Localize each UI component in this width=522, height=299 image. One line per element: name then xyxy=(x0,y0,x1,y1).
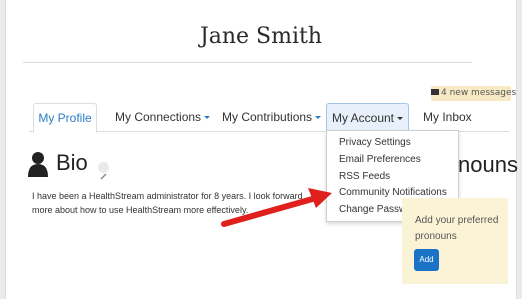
tab-label: My Account xyxy=(331,111,395,125)
header-divider xyxy=(23,62,472,63)
caret-down-icon xyxy=(315,116,322,119)
caret-down-icon xyxy=(204,116,211,119)
messages-label: 4 new messages xyxy=(441,88,517,98)
annotation-arrow-icon xyxy=(221,188,332,227)
tab-label: My Profile xyxy=(38,111,92,125)
tab-label: My Connections xyxy=(115,110,202,124)
tab-my-contributions[interactable]: My Contributions xyxy=(222,103,322,131)
menu-item-community-notifications[interactable]: Community Notifications xyxy=(339,187,447,198)
messages-badge[interactable]: 4 new messages xyxy=(431,86,516,101)
pencil-icon[interactable] xyxy=(98,162,109,180)
edit-pencil-glyph xyxy=(100,173,107,180)
tab-my-connections[interactable]: My Connections xyxy=(115,103,211,131)
profile-name: Jane Smith xyxy=(199,24,323,49)
menu-item-privacy-settings[interactable]: Privacy Settings xyxy=(339,137,411,148)
bio-title: Bio xyxy=(56,150,88,175)
add-pronouns-button[interactable]: Add xyxy=(414,249,439,271)
pronouns-notice: Add your preferred pronouns Add xyxy=(402,198,508,284)
tab-my-account[interactable]: My Account xyxy=(326,103,409,133)
person-icon xyxy=(28,152,48,177)
tab-label: My Inbox xyxy=(423,110,472,124)
tab-label: My Contributions xyxy=(222,110,313,124)
tab-my-inbox[interactable]: My Inbox xyxy=(423,103,472,131)
menu-item-rss-feeds[interactable]: RSS Feeds xyxy=(339,171,390,182)
profile-tabs: My Profile My Connections My Contributio… xyxy=(29,103,509,133)
menu-item-email-preferences[interactable]: Email Preferences xyxy=(339,154,421,165)
pronouns-heading: nouns xyxy=(458,152,518,177)
pronouns-prompt: Add your preferred pronouns xyxy=(415,215,499,242)
tab-my-profile[interactable]: My Profile xyxy=(33,103,97,133)
envelope-icon xyxy=(431,89,439,95)
caret-down-icon xyxy=(397,117,404,120)
